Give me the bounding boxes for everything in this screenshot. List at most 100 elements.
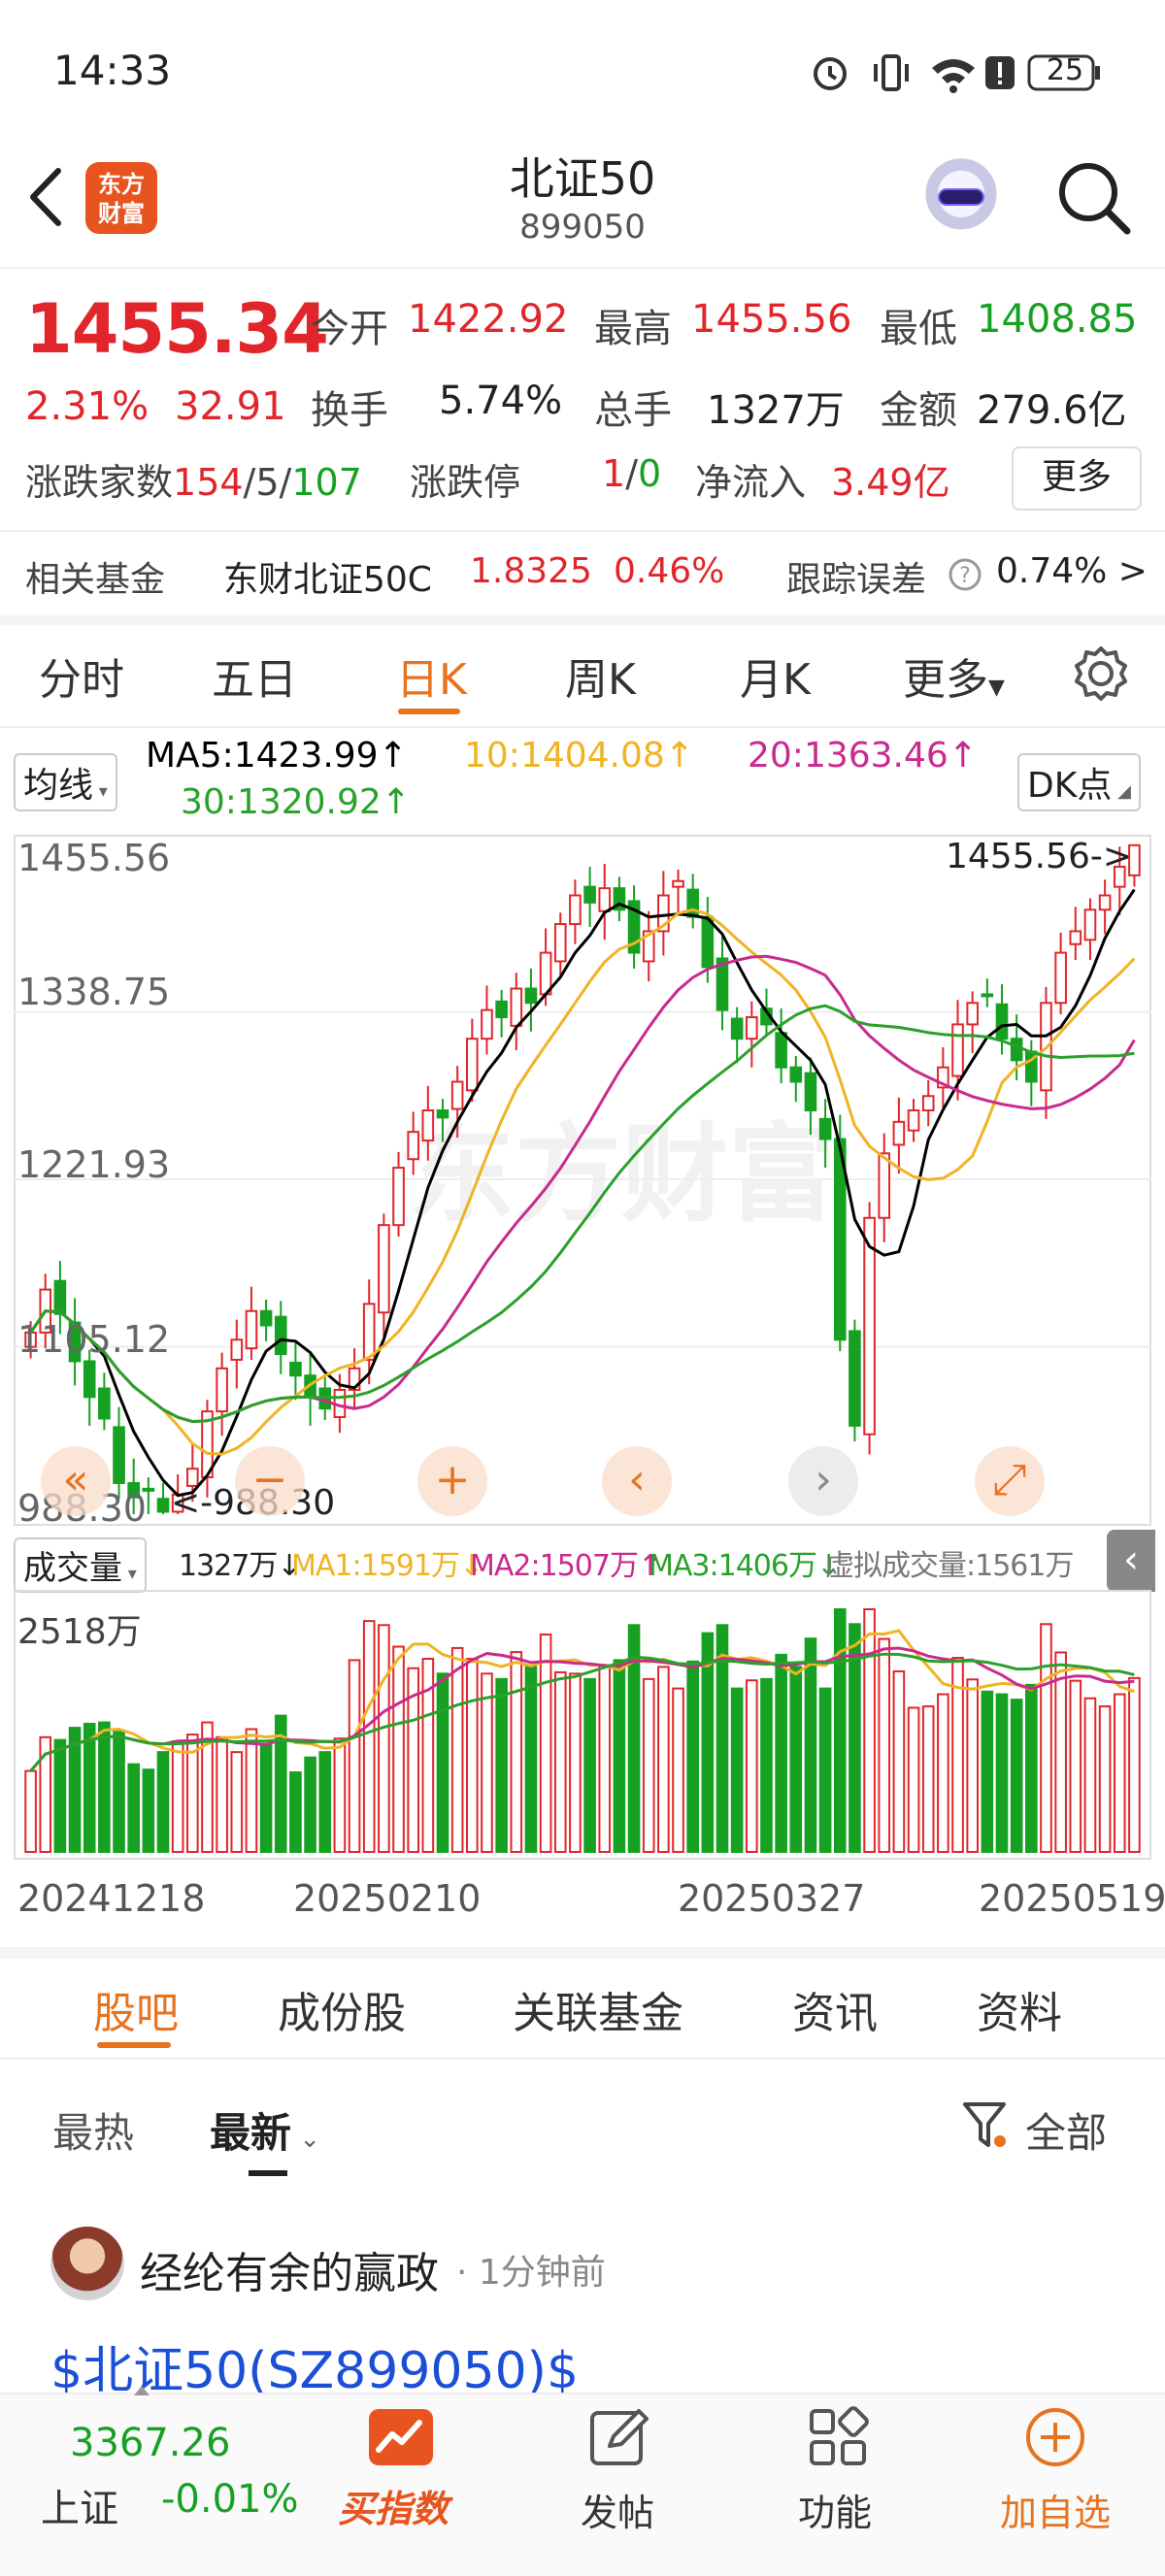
functions-label[interactable]: 功能: [798, 2483, 872, 2536]
candle-down: [981, 993, 994, 998]
volume-dropdown[interactable]: 成交量 ▾: [14, 1537, 147, 1593]
candle-up: [1069, 930, 1082, 945]
fast-rewind-icon[interactable]: «: [41, 1446, 111, 1516]
chevron-down-icon: ▼: [988, 676, 1005, 700]
sort-hot[interactable]: 最热: [52, 2100, 134, 2160]
candle-down: [53, 1279, 67, 1315]
volume-bar-down: [53, 1738, 67, 1853]
volume-bar-up: [863, 1608, 876, 1853]
zoom-in-icon[interactable]: +: [417, 1446, 487, 1516]
ma5-value: MA5:1423.99↑: [146, 736, 408, 776]
candle-up: [245, 1309, 258, 1350]
buy-index-label[interactable]: 买指数: [338, 2479, 449, 2532]
sh-index-name[interactable]: 上证: [41, 2477, 118, 2533]
sh-index-change[interactable]: -0.01%: [161, 2477, 299, 2522]
volume-bar-up: [878, 1637, 891, 1854]
candle-up: [421, 1109, 435, 1142]
volume-bar-down: [981, 1690, 994, 1853]
volume-bar-down: [613, 1659, 626, 1853]
chevron-left-icon[interactable]: ‹: [602, 1446, 672, 1516]
add-watchlist-label[interactable]: 加自选: [1000, 2483, 1111, 2536]
post-label[interactable]: 发帖: [581, 2483, 654, 2536]
search-icon[interactable]: [1053, 157, 1135, 239]
tab-constituents[interactable]: 成份股: [278, 1978, 406, 2040]
candle-up: [1083, 908, 1097, 941]
gear-icon[interactable]: [1072, 644, 1130, 703]
tab-monthly-k[interactable]: 月K: [740, 644, 811, 707]
sh-index-value[interactable]: 3367.26: [70, 2421, 230, 2465]
chevron-right-icon[interactable]: ›: [788, 1446, 858, 1516]
candle-down: [98, 1387, 111, 1420]
post-stock-tag[interactable]: $北证50(SZ899050)$: [50, 2329, 579, 2402]
tab-forum[interactable]: 股吧: [93, 1978, 179, 2040]
breadth-flat: 5: [255, 461, 280, 504]
amount-value: 279.6亿: [977, 388, 1127, 433]
fund-pct: 0.46%: [614, 551, 725, 591]
zoom-out-icon[interactable]: −: [235, 1446, 305, 1516]
post-edit-icon[interactable]: [586, 2405, 650, 2469]
candle-down: [113, 1426, 125, 1484]
volume-bar-down: [524, 1666, 538, 1854]
sort-underline: [249, 2170, 287, 2176]
help-icon[interactable]: ?: [948, 557, 982, 592]
tab-five-day[interactable]: 五日: [212, 644, 297, 707]
volume-ma1: MA1:1591万↓: [291, 1549, 483, 1583]
dk-point-dropdown[interactable]: DK点 ◢: [1017, 753, 1141, 811]
candle-down: [804, 1072, 817, 1112]
max-price-marker: 1455.56->: [946, 837, 1133, 876]
volume-bar-down: [156, 1751, 170, 1854]
assistant-robot-icon[interactable]: [920, 157, 1002, 239]
volume-chart[interactable]: [14, 1590, 1151, 1860]
change-pct: 2.31%: [25, 384, 150, 429]
tab-related-funds[interactable]: 关联基金: [513, 1978, 683, 2040]
filter-icon[interactable]: [961, 2098, 1010, 2153]
more-button[interactable]: 更多: [1012, 446, 1142, 511]
avatar[interactable]: [50, 2227, 124, 2300]
inflow-value: 3.49亿: [831, 461, 950, 504]
candle-up: [672, 879, 684, 888]
expand-icon[interactable]: ⤢: [975, 1446, 1045, 1516]
divider: [0, 1947, 1165, 1959]
volume-bar-up: [230, 1751, 244, 1854]
candle-up: [392, 1167, 405, 1227]
price-axis-label: 1455.56: [17, 837, 171, 879]
breadth-row: 涨跌家数154/5/107: [25, 452, 362, 506]
buy-index-icon[interactable]: [367, 2407, 435, 2469]
volume-bar-up: [1054, 1651, 1067, 1853]
fund-name[interactable]: 东财北证50C: [223, 551, 432, 602]
tab-daily-k[interactable]: 日K: [396, 644, 467, 707]
tab-intraday[interactable]: 分时: [39, 644, 124, 707]
collapse-panel-icon[interactable]: ‹: [1107, 1530, 1155, 1592]
functions-icon[interactable]: [806, 2405, 870, 2469]
date-tick: 20241218: [17, 1877, 206, 1920]
turnover-label: 换手: [311, 388, 388, 433]
tab-weekly-k[interactable]: 周K: [565, 644, 636, 707]
svg-text:?: ?: [959, 564, 971, 588]
sort-new-label: 最新: [210, 2109, 292, 2157]
ma10-value: 10:1404.08↑: [464, 736, 694, 776]
sort-new[interactable]: 最新 ⌄: [210, 2100, 320, 2160]
virtual-volume: 虚拟成交量:1561万: [825, 1549, 1074, 1583]
tab-more[interactable]: 更多▼: [903, 644, 1005, 707]
filter-all[interactable]: 全部: [1025, 2100, 1107, 2160]
volume-bar-up: [378, 1624, 390, 1854]
volume-bar-up: [348, 1659, 361, 1853]
tab-profile[interactable]: 资料: [977, 1978, 1062, 2040]
low-value: 1408.85: [977, 297, 1138, 342]
open-label: 今开: [311, 307, 388, 351]
candle-down: [583, 885, 596, 904]
volume-bar-up: [481, 1672, 493, 1853]
candle-down: [775, 1032, 787, 1069]
tracking-error-value[interactable]: 0.74% >: [996, 551, 1148, 591]
breadth-up: 154: [173, 461, 244, 504]
tab-news[interactable]: 资讯: [792, 1978, 878, 2040]
date-tick: 20250327: [678, 1877, 866, 1920]
post-username[interactable]: 经纶有余的赢政: [140, 2238, 439, 2300]
ma-dropdown[interactable]: 均线 ▾: [14, 753, 117, 811]
status-time: 14:33: [53, 47, 172, 94]
add-watchlist-icon[interactable]: [1023, 2405, 1087, 2469]
tab-underline: [398, 709, 460, 714]
candle-up: [921, 1095, 935, 1112]
volume-bar-down: [495, 1677, 508, 1853]
kline-chart[interactable]: [14, 835, 1151, 1526]
